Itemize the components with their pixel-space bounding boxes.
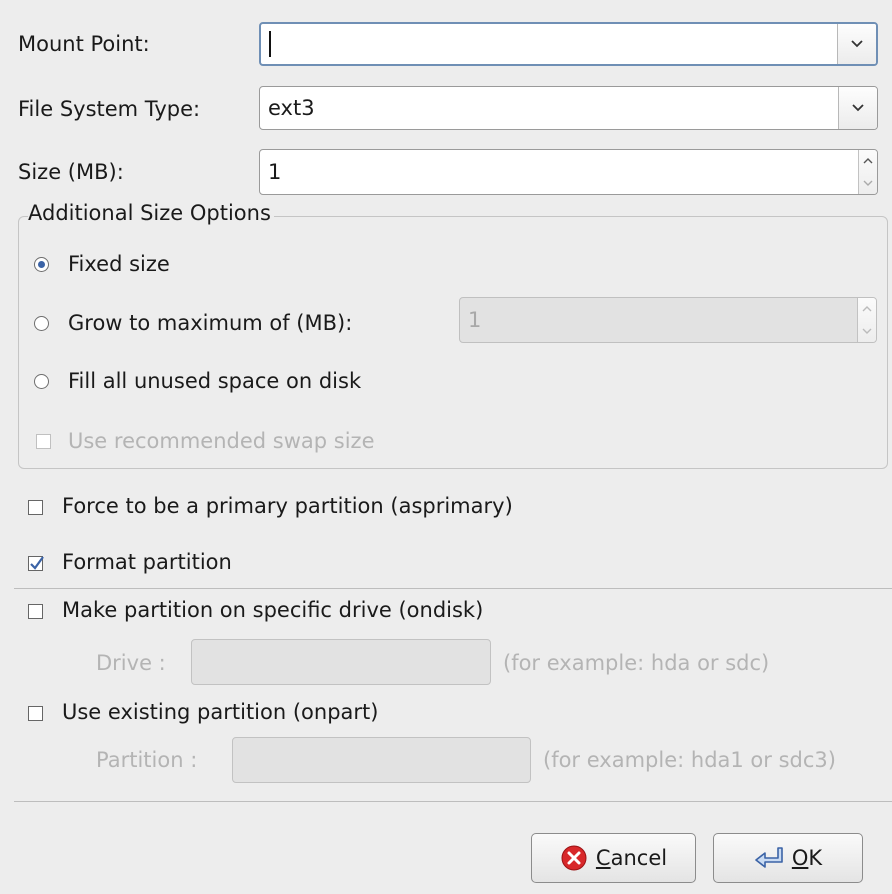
- partition-hint: (for example: hda1 or sdc3): [543, 748, 836, 772]
- drive-input: [191, 639, 491, 685]
- spin-up-icon[interactable]: [859, 150, 877, 172]
- ok-button[interactable]: OK: [713, 833, 863, 883]
- fs-type-value: ext3: [268, 96, 315, 120]
- fixed-size-label: Fixed size: [68, 252, 170, 276]
- size-label: Size (MB):: [18, 160, 124, 184]
- swap-size-label: Use recommended swap size: [68, 429, 375, 453]
- mount-point-combo[interactable]: [259, 22, 878, 66]
- fill-all-radio[interactable]: [34, 374, 49, 389]
- onpart-checkbox[interactable]: [28, 706, 43, 721]
- drive-hint: (for example: hda or sdc): [503, 651, 770, 675]
- partition-input: [232, 737, 531, 783]
- cancel-icon: [561, 845, 587, 871]
- cancel-button[interactable]: Cancel: [531, 833, 696, 883]
- grow-to-max-label: Grow to maximum of (MB):: [68, 311, 353, 335]
- enter-arrow-icon: [755, 847, 783, 868]
- primary-partition-checkbox[interactable]: [28, 500, 43, 515]
- swap-size-checkbox: [36, 434, 51, 449]
- fs-type-dropdown-button[interactable]: [838, 87, 877, 129]
- separator: [14, 588, 892, 589]
- drive-label: Drive :: [96, 651, 166, 675]
- fs-type-label: File System Type:: [18, 97, 201, 121]
- format-partition-label: Format partition: [62, 550, 232, 574]
- size-input[interactable]: 1: [260, 150, 858, 194]
- ondisk-checkbox[interactable]: [28, 604, 43, 619]
- checkmark-icon: [30, 556, 44, 570]
- ok-button-label: OK: [791, 846, 823, 870]
- spin-down-icon[interactable]: [859, 172, 877, 194]
- text-cursor: [269, 31, 271, 57]
- size-options-title: Additional Size Options: [28, 201, 274, 225]
- onpart-label: Use existing partition (onpart): [62, 700, 379, 724]
- cancel-button-label: Cancel: [595, 846, 668, 870]
- spin-up-icon: [858, 298, 876, 320]
- primary-partition-label: Force to be a primary partition (asprima…: [62, 494, 513, 518]
- mount-point-input[interactable]: [261, 24, 837, 64]
- fixed-size-radio[interactable]: [34, 257, 49, 272]
- grow-to-max-radio[interactable]: [34, 316, 49, 331]
- chevron-down-icon: [851, 40, 863, 48]
- chevron-down-icon: [852, 104, 864, 112]
- ondisk-label: Make partition on specific drive (ondisk…: [62, 598, 484, 622]
- spin-down-icon: [858, 320, 876, 342]
- separator: [14, 801, 892, 802]
- partition-label: Partition :: [96, 748, 198, 772]
- grow-max-spinbox[interactable]: 1: [459, 297, 877, 343]
- fill-all-label: Fill all unused space on disk: [68, 369, 362, 393]
- mount-point-label: Mount Point:: [18, 32, 150, 56]
- grow-max-input: 1: [468, 308, 482, 332]
- format-partition-checkbox[interactable]: [28, 556, 44, 571]
- mount-point-dropdown-button[interactable]: [837, 24, 876, 64]
- fs-type-combo[interactable]: ext3: [259, 86, 878, 130]
- size-spinbox[interactable]: 1: [259, 149, 878, 195]
